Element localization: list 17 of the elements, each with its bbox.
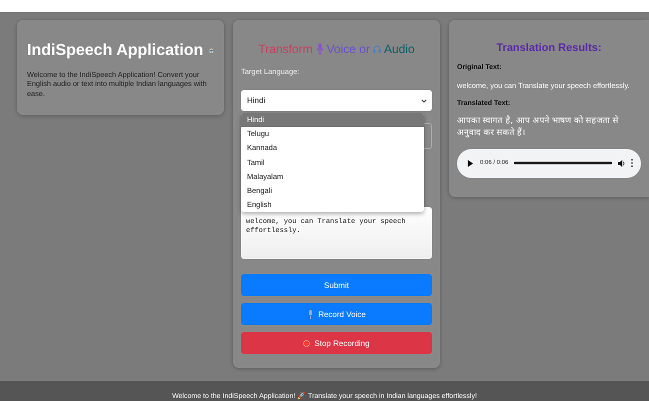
- action-button[interactable]: Stop Recording: [241, 332, 432, 354]
- headphones-icon: [372, 43, 381, 55]
- app-title: IndiSpeech Application: [27, 42, 204, 60]
- action-button[interactable]: Submit: [241, 274, 432, 296]
- microphone-icon: [307, 310, 314, 318]
- heading-text: Voice or: [326, 42, 370, 56]
- play-icon[interactable]: [467, 160, 474, 167]
- chevron-down-icon: [421, 98, 427, 102]
- heading-text: Transform: [258, 42, 313, 56]
- heading-text: Audio: [384, 42, 415, 56]
- translated-text: आपका स्वागत है, आप अपने भाषण को सहजता से अनुवाद कर सकते हैं।: [457, 115, 620, 140]
- action-button[interactable]: Record Voice: [241, 303, 432, 325]
- results-title: Translation Results:: [495, 42, 603, 54]
- volume-icon[interactable]: [618, 160, 625, 167]
- record-dot-icon: [303, 338, 310, 348]
- language-select[interactable]: Hindi: [241, 90, 432, 111]
- microphone-icon: [316, 43, 324, 55]
